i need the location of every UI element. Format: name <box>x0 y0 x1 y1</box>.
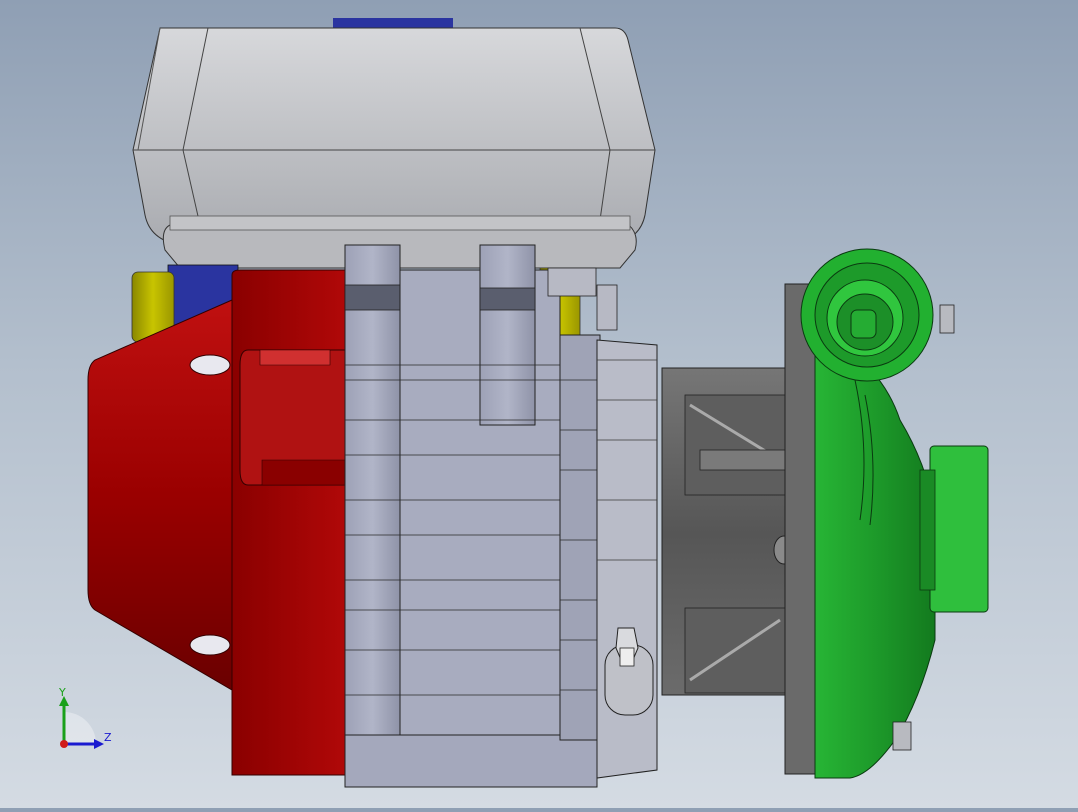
coordinate-triad: Y Z <box>50 686 120 756</box>
x-axis-dot <box>60 740 68 748</box>
triad-graphic: Y Z <box>58 686 112 749</box>
y-axis-label: Y <box>58 686 66 699</box>
pump-volute[interactable] <box>800 248 989 779</box>
z-axis-arrow <box>94 739 104 749</box>
triad-plane <box>64 712 96 744</box>
z-axis-label: Z <box>104 731 112 744</box>
recoil-starter-cover[interactable] <box>87 269 346 776</box>
air-filter-housing[interactable] <box>132 27 656 269</box>
cad-graphics-area[interactable] <box>0 0 1078 808</box>
assembly-model[interactable] <box>0 0 1078 808</box>
pump-bracket[interactable] <box>661 283 816 775</box>
